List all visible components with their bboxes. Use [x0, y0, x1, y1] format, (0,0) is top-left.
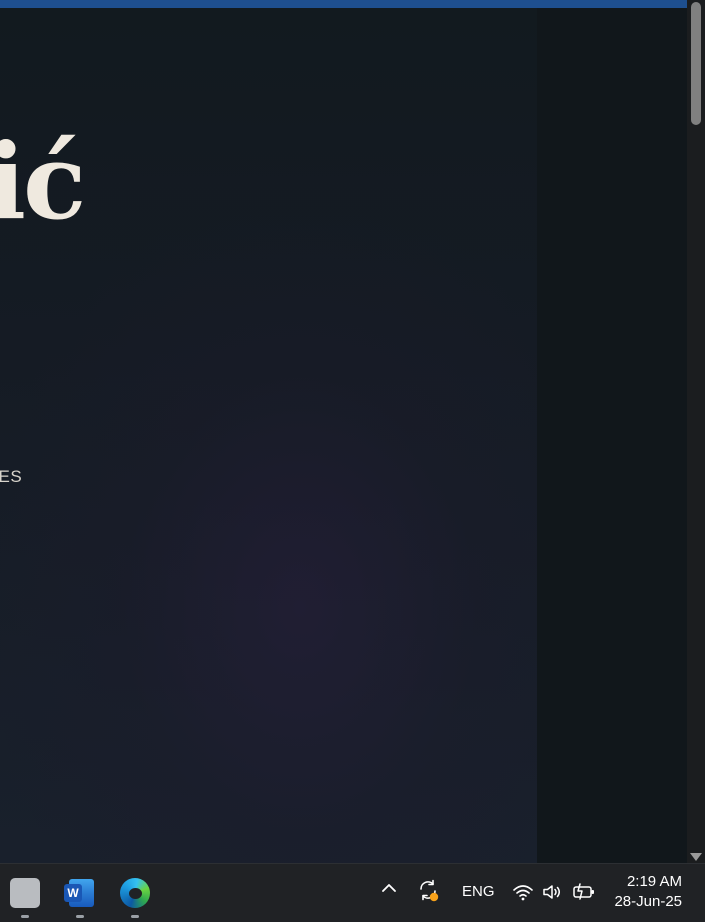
scroll-down-arrow-icon[interactable]	[690, 853, 702, 861]
taskbar-app-edge[interactable]	[118, 876, 152, 918]
clock[interactable]: 2:19 AM 28-Jun-25	[604, 872, 694, 912]
volume-icon[interactable]	[541, 881, 563, 903]
language-indicator[interactable]: ENG	[462, 883, 495, 900]
hero-title: lić	[0, 120, 86, 243]
chevron-up-icon[interactable]	[380, 879, 398, 897]
running-indicator	[131, 915, 139, 918]
scrollbar-thumb[interactable]	[691, 2, 701, 125]
blank-app-icon	[10, 878, 40, 908]
hero-subtitle: ONES	[0, 467, 23, 486]
screen: lić ONES W ENG	[0, 0, 705, 922]
running-indicator	[21, 915, 29, 918]
word-icon: W	[64, 884, 82, 902]
web-page: lić ONES	[0, 8, 687, 863]
battery-icon[interactable]	[572, 881, 596, 903]
sync-icon[interactable]	[416, 878, 440, 902]
browser-top-strip	[0, 0, 687, 8]
taskbar-app-blank[interactable]	[8, 876, 42, 918]
right-dark-panel	[537, 8, 687, 863]
edge-icon-center	[129, 888, 142, 899]
clock-time: 2:19 AM	[626, 873, 682, 890]
vertical-scrollbar[interactable]	[687, 0, 705, 863]
taskbar-app-word[interactable]: W	[63, 876, 97, 918]
running-indicator	[76, 915, 84, 918]
wifi-icon[interactable]	[512, 881, 534, 903]
clock-date: 28-Jun-25	[614, 893, 682, 910]
taskbar: W	[0, 863, 705, 922]
